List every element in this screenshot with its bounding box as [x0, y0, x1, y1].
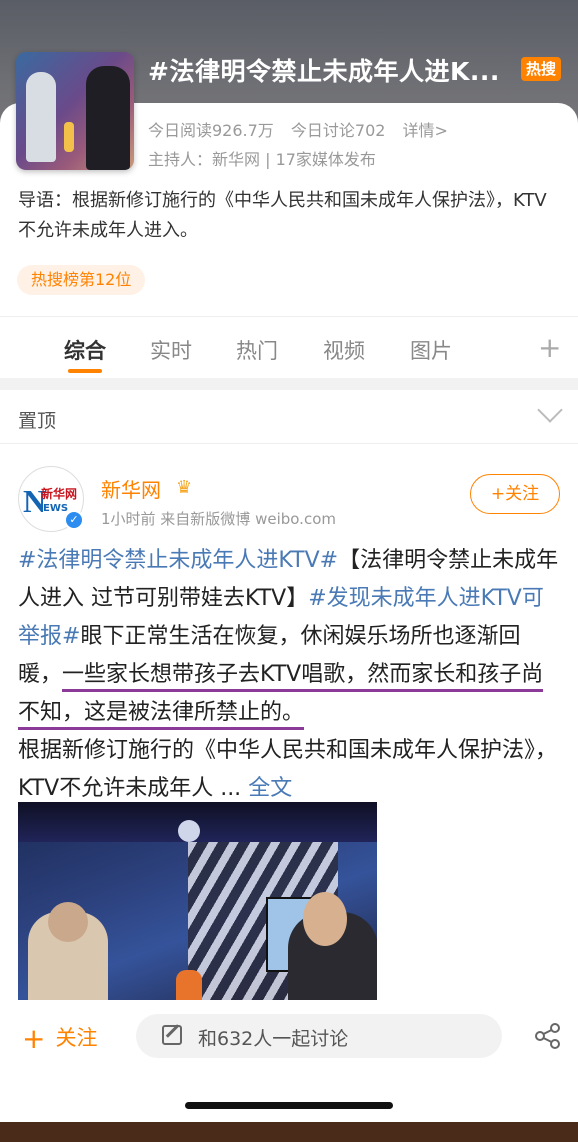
post-meta: 1小时前 来自新版微博 weibo.com: [101, 510, 336, 528]
topic-title: #法律明令禁止未成年人进K...: [148, 57, 500, 86]
chevron-down-icon[interactable]: [537, 397, 563, 423]
bottom-follow-button[interactable]: + 关注: [22, 1022, 97, 1055]
verified-icon: ✓: [64, 510, 84, 530]
discussion-count: 今日讨论702: [290, 121, 386, 140]
author-name[interactable]: 新华网: [101, 474, 161, 503]
member-crown-icon: ♛: [176, 477, 193, 498]
section-divider: [0, 378, 578, 390]
highlighted-text: 一些家长想带孩子去KTV唱歌，然而家长和孩子尚不知，这是被法律所禁止的。: [18, 662, 544, 730]
avatar-logo-ews: EWS: [43, 503, 69, 514]
read-more-link[interactable]: 全文: [248, 776, 292, 801]
bottom-follow-label: 关注: [55, 1026, 98, 1050]
hashtag-link[interactable]: #法律明令禁止未成年人进KTV#: [18, 548, 338, 573]
discuss-input[interactable]: 和632人一起讨论: [136, 1014, 502, 1058]
home-indicator[interactable]: [185, 1102, 393, 1109]
host-line[interactable]: 主持人：新华网 | 17家媒体发布: [148, 146, 376, 170]
follow-button[interactable]: +关注: [470, 474, 560, 514]
rank-badge[interactable]: 热搜榜第12位: [17, 265, 146, 295]
bottom-edge: [0, 1122, 578, 1142]
tab-video[interactable]: 视频: [323, 335, 365, 365]
topic-cover-image[interactable]: [16, 52, 134, 170]
active-tab-indicator: [68, 369, 102, 373]
tab-hot[interactable]: 热门: [236, 335, 278, 365]
avatar-logo-cn: 新华网: [41, 487, 78, 501]
edit-icon: [162, 1025, 182, 1045]
tab-comprehensive[interactable]: 综合: [64, 335, 106, 365]
image-face-left: [48, 902, 88, 942]
image-disco-ball: [178, 820, 200, 842]
discuss-placeholder: 和632人一起讨论: [198, 1028, 349, 1050]
add-tab-icon[interactable]: +: [538, 331, 561, 364]
image-face-right: [303, 892, 347, 946]
topic-guide: 导语：根据新修订施行的《中华人民共和国未成年人保护法》，KTV不允许未成年人进入…: [18, 190, 547, 241]
pinned-row[interactable]: 置顶: [0, 390, 578, 444]
tab-bar: 综合 实时 热门 视频 图片 +: [0, 316, 578, 378]
post-body: #法律明令禁止未成年人进KTV#【法律明令禁止未成年人进入 过节可别带娃去KTV…: [18, 542, 563, 808]
tab-realtime[interactable]: 实时: [150, 335, 192, 365]
cover-figure-right: [86, 66, 130, 170]
topic-stats: 今日阅读926.7万 今日讨论702 详情>: [148, 117, 460, 141]
hot-badge: 热搜: [521, 57, 561, 81]
cover-lamp: [64, 122, 74, 152]
image-child: [176, 970, 202, 1000]
post-image[interactable]: [18, 802, 377, 1000]
tab-images[interactable]: 图片: [410, 335, 452, 365]
share-icon[interactable]: [534, 1022, 562, 1050]
details-link[interactable]: 详情>: [403, 121, 448, 140]
reads-count: 今日阅读926.7万: [148, 121, 274, 140]
pinned-label: 置顶: [18, 410, 57, 432]
cover-figure-left: [26, 72, 56, 162]
bottom-bar: + 关注 和632人一起讨论: [0, 1000, 578, 1142]
plus-icon: +: [22, 1022, 46, 1055]
